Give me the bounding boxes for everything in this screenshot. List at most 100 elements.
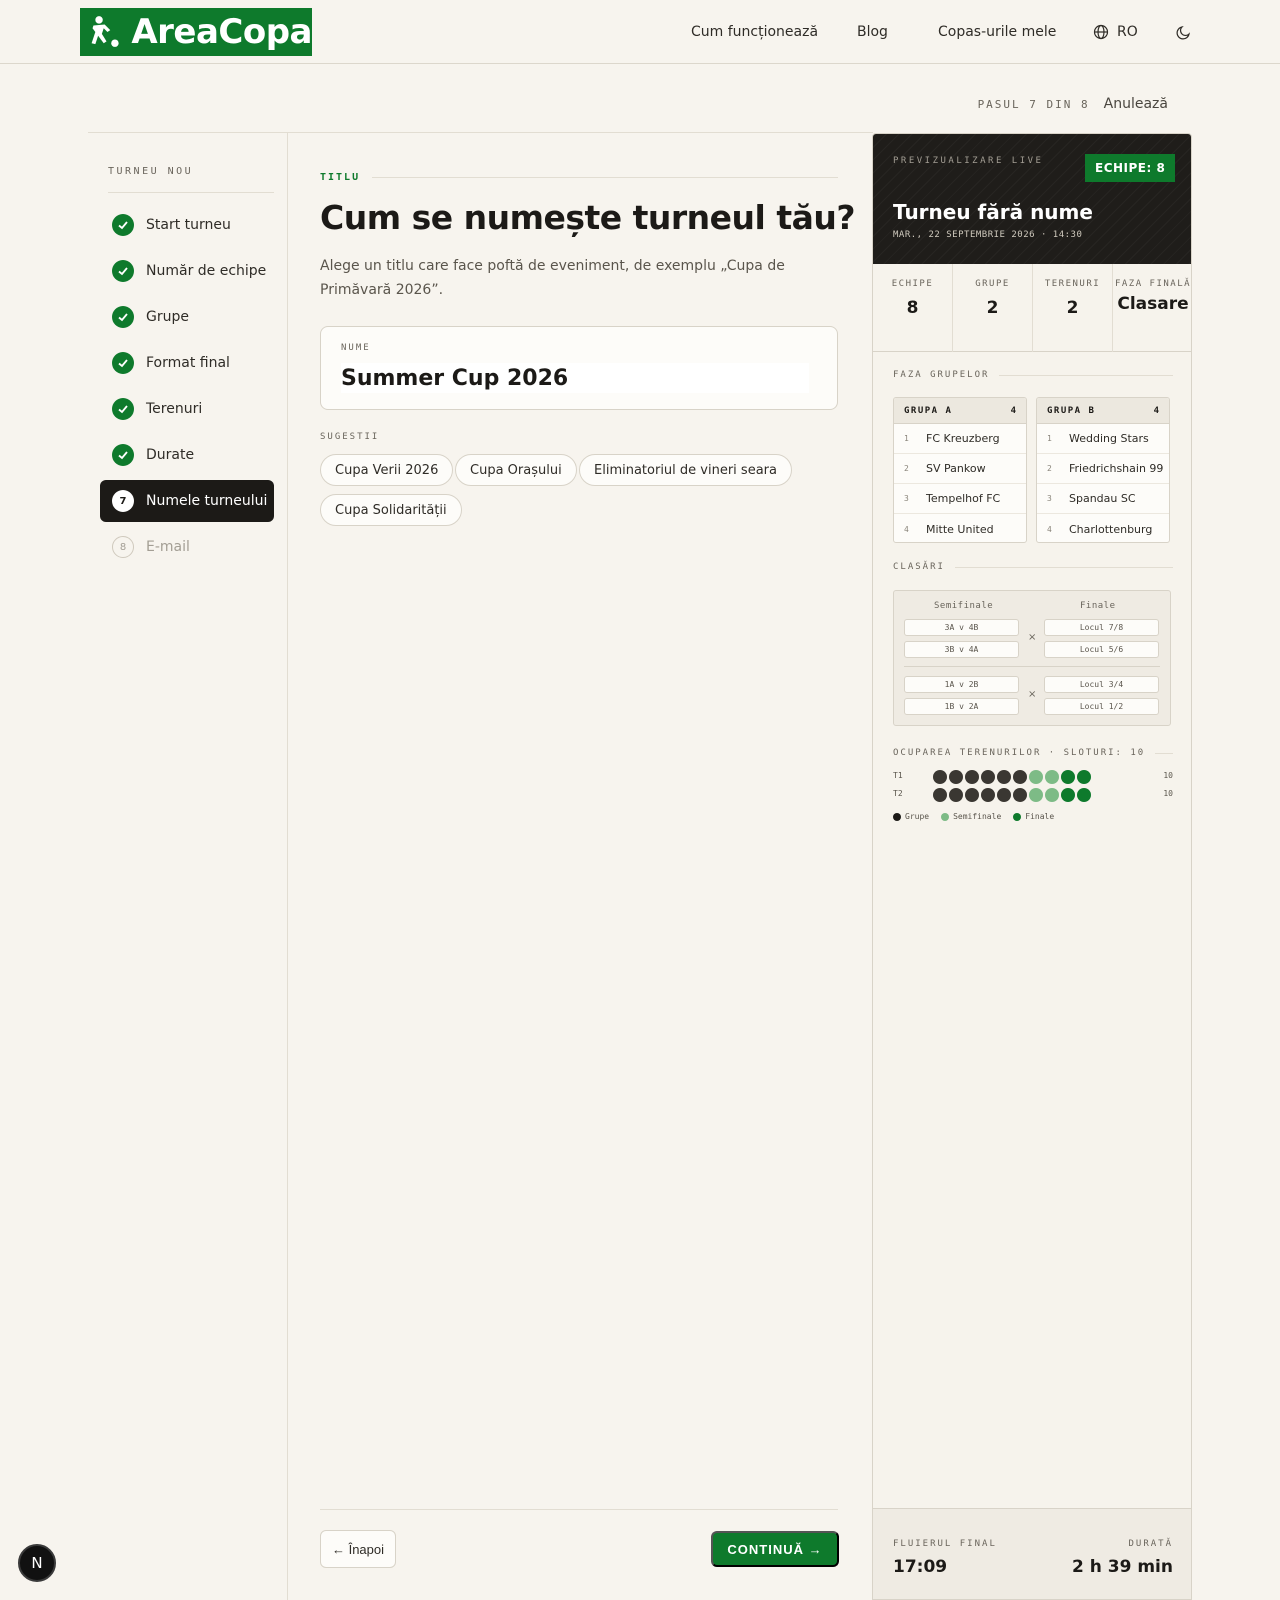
stat-label: ECHIPE <box>891 279 934 289</box>
check-icon <box>112 352 134 374</box>
stat-value: 2 <box>986 298 999 318</box>
team-rank: 4 <box>1047 524 1052 534</box>
team-name: Mitte United <box>926 522 994 536</box>
tournament-name-input[interactable] <box>341 363 809 393</box>
tournament-name-box: NUME <box>320 326 838 410</box>
legend-dot <box>941 812 950 821</box>
sidebar-item-final-format[interactable]: Format final <box>100 342 274 384</box>
preview-title: Turneu fără nume <box>893 200 1093 224</box>
stat-label: TERENURI <box>1044 279 1101 289</box>
legend-label: Semifinale <box>953 812 1002 821</box>
sidebar-item-durations[interactable]: Durate <box>100 434 274 476</box>
sidebar-item-tournament-name[interactable]: 7 Numele turneului <box>100 480 274 522</box>
court-slots <box>933 788 1091 802</box>
sidebar-item-groups[interactable]: Grupe <box>100 296 274 338</box>
court-slot-dot <box>1045 770 1059 784</box>
sidebar-item-label: Terenuri <box>146 401 203 417</box>
group-card-a: GRUPA A 4 1 FC Kreuzberg 2 SV Pankow 3 Temp… <box>893 397 1027 543</box>
court-slot-dot <box>1061 788 1075 802</box>
nav-how-it-works[interactable]: Cum funcționează <box>691 20 818 44</box>
theme-toggle[interactable] <box>1176 24 1192 44</box>
group-count: 4 <box>1010 405 1016 416</box>
team-rank: 4 <box>904 524 909 534</box>
team-row: 1 Wedding Stars <box>1037 424 1169 454</box>
check-icon <box>112 214 134 236</box>
team-rank: 1 <box>904 434 909 443</box>
suggestion-chip[interactable]: Cupa Orașului <box>455 454 577 486</box>
section-title: CLASĂRI <box>893 562 945 572</box>
court-slot-dot <box>1029 770 1043 784</box>
group-header: GRUPA B 4 <box>1037 398 1169 424</box>
live-preview-panel: PREVIZUALIZARE LIVE ECHIPE: 8 Turneu făr… <box>872 133 1192 1600</box>
groups-section-header: FAZA GRUPELOR <box>893 370 1173 380</box>
team-row: 2 SV Pankow <box>894 454 1026 484</box>
court-slot-dot <box>1061 770 1075 784</box>
dev-tools-button[interactable]: N <box>18 1544 56 1582</box>
suggestion-chip[interactable]: Cupa Solidarității <box>320 494 462 526</box>
stat-label: GRUPE <box>975 279 1010 289</box>
sidebar-item-label: Numele turneului <box>146 493 268 509</box>
group-name: GRUPA A <box>904 405 953 416</box>
suggestion-chip[interactable]: Eliminatoriul de vineri seara <box>579 454 792 486</box>
sidebar-item-courts[interactable]: Terenuri <box>100 388 274 430</box>
court-slot-dot <box>1013 770 1027 784</box>
brand-logo[interactable]: AreaCopa <box>80 8 312 56</box>
court-slot-dot <box>981 770 995 784</box>
sidebar-item-label: E-mail <box>146 539 190 555</box>
finals-heading: Finale <box>1080 601 1116 611</box>
sidebar-title: TURNEU NOU <box>108 166 194 177</box>
suggestions-label: SUGESTII <box>320 432 380 442</box>
continue-button[interactable]: CONTINUĂ → <box>711 1531 839 1567</box>
team-row: 4 Mitte United <box>894 514 1026 542</box>
team-rank: 3 <box>904 494 909 503</box>
nav-blog[interactable]: Blog <box>857 20 888 44</box>
legend-dot <box>1013 812 1022 821</box>
cancel-link[interactable]: Anulează <box>1104 96 1168 112</box>
stat-value: Clasare <box>1117 294 1189 314</box>
semi-match: 1B v 2A <box>904 698 1019 715</box>
language-switcher[interactable]: RO <box>1093 20 1138 44</box>
court-slot-dot <box>965 788 979 802</box>
section-title: FAZA GRUPELOR <box>893 370 990 380</box>
slots-legend: Grupe Semifinale Finale <box>893 812 1054 821</box>
team-row: 2 Friedrichshain 99 <box>1037 454 1169 484</box>
court-slot-dot <box>949 788 963 802</box>
legend-groups: Grupe <box>893 812 929 821</box>
suggestion-chip[interactable]: Cupa Verii 2026 <box>320 454 454 486</box>
stat-value: 2 <box>1066 298 1079 318</box>
section-divider <box>999 374 1173 376</box>
legend-finals: Finale <box>1013 812 1054 821</box>
rankings-section-header: CLASĂRI <box>893 562 1173 572</box>
preview-footer: FLUIERUL FINAL DURATĂ 17:09 2 h 39 min <box>873 1508 1191 1599</box>
sidebar-item-start[interactable]: Start turneu <box>100 204 274 246</box>
team-name: Spandau SC <box>1069 492 1136 505</box>
legend-dot <box>893 812 901 821</box>
court-slots <box>933 770 1091 784</box>
final-match: Locul 3/4 <box>1044 676 1159 693</box>
check-icon <box>112 398 134 420</box>
group-count: 4 <box>1153 405 1159 416</box>
court-total: 10 <box>1163 789 1173 798</box>
soccer-player-icon <box>91 16 119 47</box>
check-icon <box>112 260 134 282</box>
group-header: GRUPA A 4 <box>894 398 1026 424</box>
sidebar-item-team-count[interactable]: Număr de echipe <box>100 250 274 292</box>
nav-my-copas[interactable]: Copas-urile mele <box>938 20 1056 44</box>
court-slot-dot <box>1029 788 1043 802</box>
globe-icon <box>1093 24 1109 40</box>
legend-label: Finale <box>1025 812 1055 821</box>
court-slot-dot <box>1045 788 1059 802</box>
group-name: GRUPA B <box>1047 405 1096 416</box>
semi-match: 1A v 2B <box>904 676 1019 693</box>
section-divider <box>954 566 1173 568</box>
brand-name: AreaCopa <box>131 12 312 52</box>
team-rank: 2 <box>1047 464 1052 473</box>
sidebar-item-email[interactable]: 8 E-mail <box>100 526 274 568</box>
back-button[interactable]: ← Înapoi <box>320 1530 396 1568</box>
section-eyebrow: TITLU <box>320 172 838 183</box>
court-slot-dot <box>1077 770 1091 784</box>
final-match: Locul 1/2 <box>1044 698 1159 715</box>
step-progress-label: PASUL 7 DIN 8 <box>977 97 1090 111</box>
court-slot-dot <box>933 788 947 802</box>
top-header: AreaCopa Cum funcționează Blog Copas-uri… <box>0 0 1280 64</box>
